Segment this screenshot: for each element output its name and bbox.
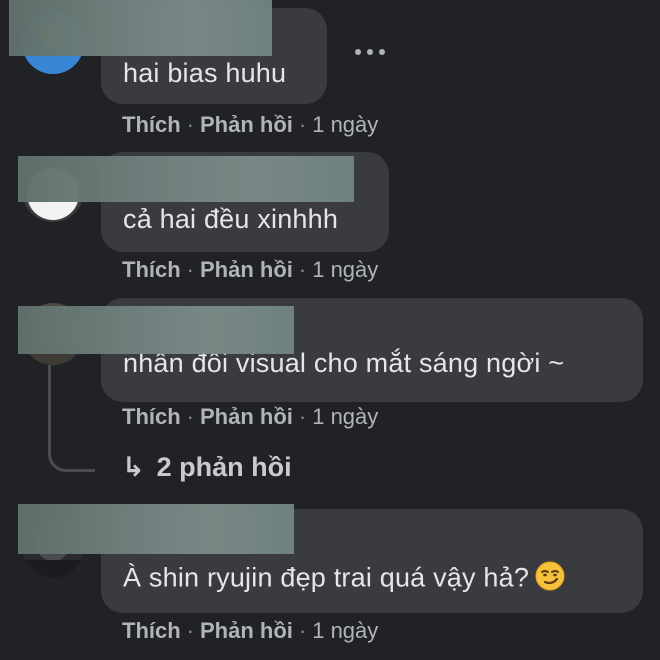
comment-thread: hai bias huhu Thích · Phản hồi · 1 ngày cả h…: [0, 0, 660, 660]
like-button[interactable]: Thích: [122, 618, 181, 643]
reply-button[interactable]: Phản hồi: [200, 112, 293, 137]
replies-count-label: 2 phản hồi: [156, 452, 292, 482]
comment-actions: Thích · Phản hồi · 1 ngày: [122, 257, 379, 282]
comment-timestamp: 1 ngày: [312, 112, 379, 137]
more-options-icon[interactable]: [355, 44, 385, 60]
like-button[interactable]: Thích: [122, 404, 181, 429]
comment-text: À shin ryujin đẹp trai quá vậy hả?: [123, 561, 565, 598]
reply-arrow-icon: ↳: [122, 452, 145, 482]
comment-timestamp: 1 ngày: [312, 618, 379, 643]
redacted-name: [18, 306, 294, 354]
reply-thread-line: [48, 365, 95, 472]
comment-actions: Thích · Phản hồi · 1 ngày: [122, 112, 379, 137]
comment-actions: Thích · Phản hồi · 1 ngày: [122, 404, 379, 429]
comment-text: cả hai đều xinhhh: [123, 204, 339, 234]
redacted-name: [18, 504, 294, 554]
redacted-name: [9, 0, 272, 56]
view-replies-link[interactable]: ↳ 2 phản hồi: [122, 452, 292, 483]
reply-button[interactable]: Phản hồi: [200, 618, 293, 643]
like-button[interactable]: Thích: [122, 257, 181, 282]
like-button[interactable]: Thích: [122, 112, 181, 137]
smirk-emoji-icon: [535, 561, 565, 598]
comment-actions: Thích · Phản hồi · 1 ngày: [122, 618, 379, 643]
comment-text: hai bias huhu: [123, 58, 287, 88]
redacted-name: [18, 156, 354, 202]
reply-button[interactable]: Phản hồi: [200, 404, 293, 429]
comment-timestamp: 1 ngày: [312, 404, 379, 429]
comment-timestamp: 1 ngày: [312, 257, 379, 282]
reply-button[interactable]: Phản hồi: [200, 257, 293, 282]
